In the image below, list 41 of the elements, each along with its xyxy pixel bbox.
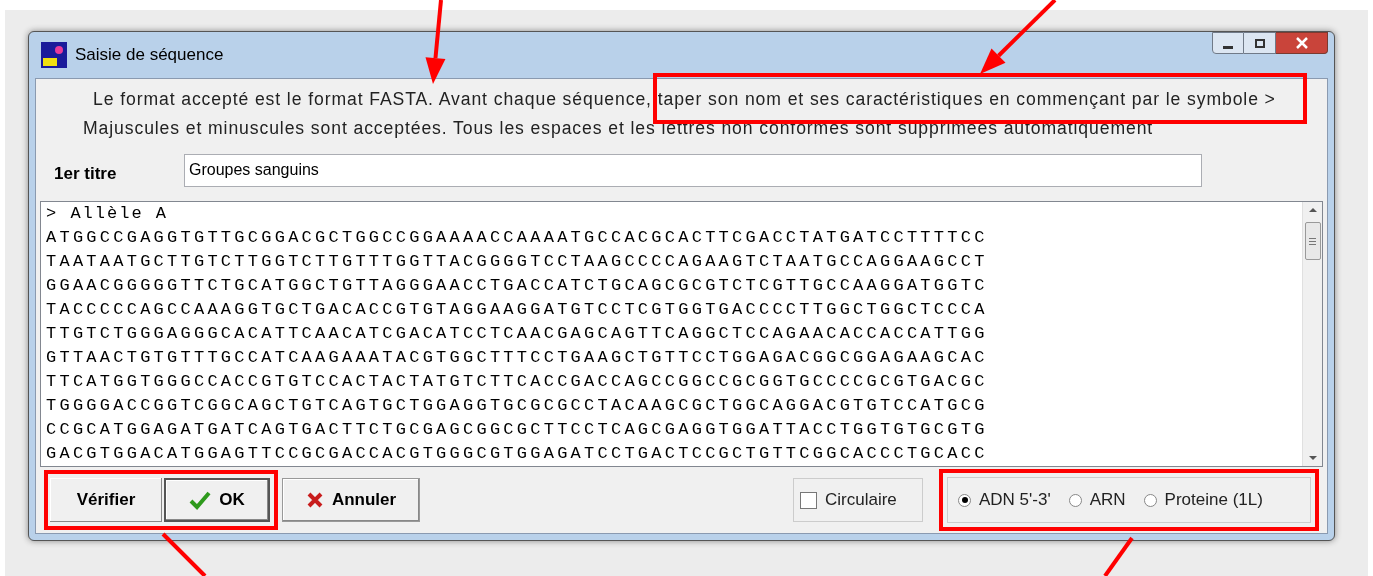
cross-icon <box>305 491 324 509</box>
radio-label: ADN 5'-3' <box>979 489 1051 512</box>
radio-label: Proteine (1L) <box>1164 489 1263 512</box>
instruction-text: Le format accepté est le format FASTA. Avant chaque séquence, taper son nom et ses caractéristiques en commençant par le symbole > <box>92 89 1277 110</box>
maximize-button[interactable] <box>1244 32 1276 54</box>
close-button[interactable] <box>1276 32 1328 54</box>
sequence-line: GACGTGGACATGGAGTTCCGCGACCACGTGGGCGTGGAGATCCTGACTCCGCTGTTCGGCACCCTGCACC <box>46 443 988 465</box>
radio-button[interactable] <box>958 493 971 507</box>
checkmark-icon <box>189 490 212 510</box>
scroll-thumb[interactable] <box>1304 222 1321 260</box>
annotation-line <box>161 532 207 576</box>
verify-button[interactable]: Vérifier <box>50 478 162 522</box>
app-icon <box>41 42 67 68</box>
sequence-line: TTGTCTGGGAGGGCACATTCAACATCGACATCCTCAACGAGCAGTTCAGGCTCCAGAACACCACCATTGG <box>46 323 988 345</box>
scroll-up-icon <box>1308 208 1317 212</box>
annotation-line <box>1103 536 1134 576</box>
instruction-text: Majuscules et minuscules sont acceptées. Tous les espaces et les lettres non conformes sont supprimées automatiquement <box>83 118 1155 139</box>
sequence-line: TACCCCCAGCCAAAGGTGCTGACACCGTGTAGGAAGGATGTCCTCGTGGTGACCCCTTGGCTGGCTCCCA <box>46 299 988 321</box>
sequence-line: TAATAATGCTTGTCTTGGTCTTGTTTGGTTACGGGGTCCTAAGCCCCAGAAGTCTAATGCCAGGAAGCCT <box>46 251 988 273</box>
sequence-line: TGGGGACCGGTCGGCAGCTGTCAGTGCTGGAGGTGCGCGCCTACAAGCGCTGGCAGGACGTGTCCATGCG <box>46 395 988 417</box>
ok-button[interactable]: OK <box>164 478 270 522</box>
field-label: 1er titre <box>54 163 118 186</box>
radio-label: ARN <box>1089 489 1126 512</box>
close-icon <box>1295 37 1308 49</box>
scrollbar[interactable] <box>1302 202 1322 466</box>
circular-checkbox[interactable] <box>800 491 817 509</box>
radio-button[interactable] <box>1068 493 1082 507</box>
minimize-button[interactable] <box>1212 32 1244 54</box>
cancel-button[interactable]: Annuler <box>282 478 420 522</box>
sequence-textarea[interactable] <box>40 201 1323 467</box>
sequence-line: ATGGCCGAGGTGTTGCGGACGCTGGCCGGAAAACCAAAATGCCACGCACTTCGACCTATGATCCTTTTCC <box>46 227 988 249</box>
window-title: Saisie de séquence <box>75 44 224 67</box>
sequence-header: > Allèle A <box>46 203 170 225</box>
title-input[interactable]: Groupes sanguins <box>184 153 1202 187</box>
sequence-line: GGAACGGGGGTTCTGCATGGCTGTTAGGGAACCTGACCATCTGCAGCGCGTCTCGTTGCCAAGGATGGTC <box>46 275 988 297</box>
scroll-down-icon <box>1308 456 1317 460</box>
checkbox-label: Circulaire <box>825 489 897 512</box>
radio-button[interactable] <box>1143 493 1157 507</box>
sequence-line: CCGCATGGAGATGATCAGTGACTTCTGCGAGCGGCGCTTCCTCAGCGAGGTGGATTACCTGGTGTGCGTG <box>46 419 988 441</box>
sequence-line: TTCATGGTGGGCCACCGTGTCCACTACTATGTCTTCACCGACCAGCCGGCCGCGGTGCCCCGCGTGACGC <box>46 371 988 393</box>
sequence-line: GTTAACTGTGTTTGCCATCAAGAAATACGTGGCTTTCCTGAAGCTGTTCCTGGAGACGGCGGAGAAGCAC <box>46 347 988 369</box>
